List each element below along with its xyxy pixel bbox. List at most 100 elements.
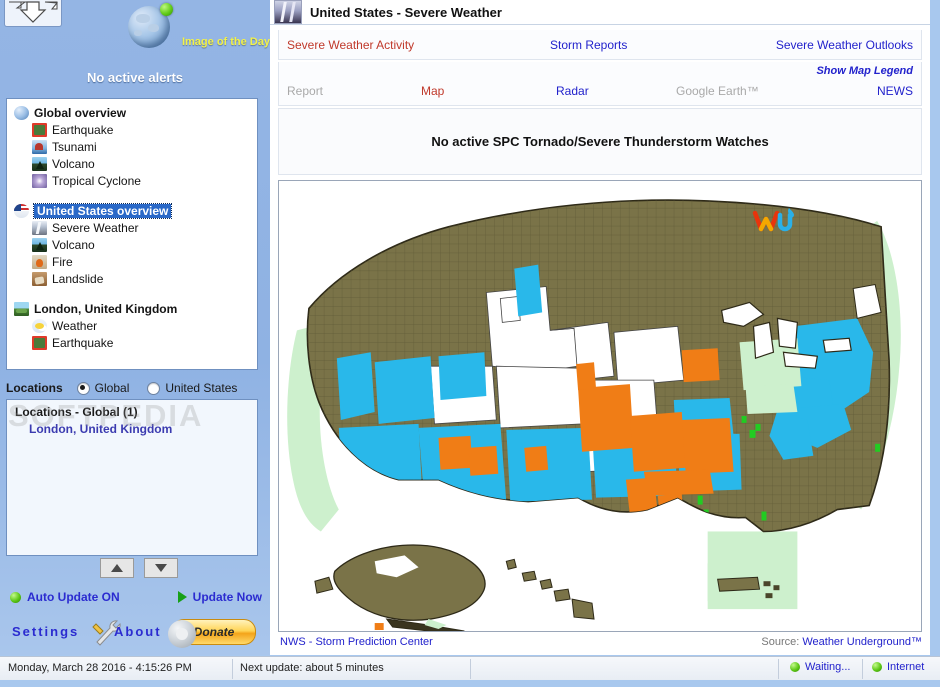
tree-item-label: Weather [52,318,98,333]
tab-google-earth[interactable]: Google Earth™ [676,84,759,98]
footer-actions: Settings About Donate [8,619,262,648]
status-separator [778,659,779,679]
severe-weather-map[interactable] [278,180,922,632]
nws-storm-prediction-center-link[interactable]: NWS - Storm Prediction Center [280,636,433,648]
tree-item-global-earthquake[interactable]: Earthquake [7,121,257,138]
show-map-legend-link[interactable]: Show Map Legend [816,65,913,77]
tab-news[interactable]: NEWS [877,84,913,98]
tree-item-us-landslide[interactable]: Landslide [7,270,257,287]
status-internet[interactable]: Internet [872,661,924,673]
tree-item-us-fire[interactable]: Fire [7,253,257,270]
radio-global[interactable]: Global [76,381,129,395]
earthquake-icon [32,122,47,137]
internet-label: Internet [887,661,925,673]
update-now-label: Update Now [192,590,262,604]
sidebar: Image of the Day No active alerts Global… [0,0,270,655]
update-now-button[interactable]: Update Now [177,590,262,604]
tree-item-label: Earthquake [52,335,114,350]
waiting-label: Waiting... [805,661,851,673]
tree-item-label: Tropical Cyclone [52,173,141,188]
tree-item-london-united-kingdom[interactable]: London, United Kingdom [7,300,257,317]
internet-status-icon [872,662,882,672]
tree-item-label: Severe Weather [52,220,139,235]
import-download-icon[interactable] [4,0,62,27]
landslide-icon [32,271,47,286]
tree-item-united-states-overview[interactable]: United States overview [7,202,257,219]
tree-item-label: United States overview [32,202,173,219]
watch-status-message: No active SPC Tornado/Severe Thunderstor… [431,134,769,149]
tree-item-global-tropical-cyclone[interactable]: Tropical Cyclone [7,172,257,189]
tree-item-global-tsunami[interactable]: Tsunami [7,138,257,155]
tree-item-label: London, United Kingdom [34,301,178,316]
weather-icon [32,318,47,333]
tab-radar[interactable]: Radar [556,84,589,98]
chevron-up-icon [111,564,123,572]
tree-item-label: Fire [52,254,73,269]
location-list-item[interactable]: London, United Kingdom [7,419,257,436]
tree-item-label: Landslide [52,271,104,286]
locations-label: Locations [6,381,63,395]
tree-item-label: Volcano [52,237,95,252]
image-of-the-day-label[interactable]: Image of the Day [160,36,270,48]
secondary-tab-row: Show Map Legend Report Map Radar Google … [278,62,922,106]
scroll-up-button[interactable] [100,558,134,578]
locations-scope-switch: Locations Global United States [6,378,258,398]
locations-list[interactable]: Locations - Global (1) London, United Ki… [6,399,258,556]
settings-button[interactable]: Settings [12,624,79,639]
tree-group-global: Global overview Earthquake Tsunami Volca… [7,104,257,189]
status-bar: Monday, March 28 2016 - 4:15:26 PM Next … [0,656,940,680]
status-separator [862,659,863,679]
about-ring-icon [168,620,196,648]
us-flag-icon [14,203,29,218]
tropical-cyclone-icon [32,173,47,188]
volcano-icon [32,156,47,171]
tab-storm-reports[interactable]: Storm Reports [550,38,627,52]
tree-item-london-weather[interactable]: Weather [7,317,257,334]
auto-update-toggle[interactable]: Auto Update ON [10,590,120,604]
status-separator [470,659,471,679]
watch-status-box: No active SPC Tornado/Severe Thunderstor… [278,108,922,175]
tree-item-us-volcano[interactable]: Volcano [7,236,257,253]
panel-title-bar: United States - Severe Weather [270,0,930,25]
city-icon [14,301,29,316]
radio-dot [76,381,90,395]
chevron-down-icon [155,564,167,572]
auto-update-status-icon [10,591,21,603]
weather-underground-logo [752,208,794,232]
tab-severe-weather-activity[interactable]: Severe Weather Activity [287,38,414,52]
radio-dot [147,381,161,395]
tab-map[interactable]: Map [421,84,444,98]
status-separator [232,659,233,679]
tree-item-global-volcano[interactable]: Volcano [7,155,257,172]
tsunami-icon [32,139,47,154]
tab-severe-weather-outlooks[interactable]: Severe Weather Outlooks [776,38,913,52]
status-waiting[interactable]: Waiting... [790,661,850,673]
main-panel: United States - Severe Weather Severe We… [270,0,930,655]
list-scroll-buttons [100,558,178,578]
hazard-tree-panel[interactable]: Global overview Earthquake Tsunami Volca… [6,98,258,370]
tree-item-label: Earthquake [52,122,114,137]
source-prefix: Source: [761,636,803,648]
scroll-down-button[interactable] [144,558,178,578]
tree-item-global-overview[interactable]: Global overview [7,104,257,121]
weather-underground-link[interactable]: Weather Underground™ [802,636,922,648]
tree-group-united-states: United States overview Severe Weather Vo… [7,202,257,287]
waiting-status-icon [790,662,800,672]
tab-report[interactable]: Report [287,84,323,98]
volcano-icon [32,237,47,252]
status-indicator-dot [160,3,173,16]
tree-item-us-severe-weather[interactable]: Severe Weather [7,219,257,236]
update-row: Auto Update ON Update Now [8,590,262,608]
radio-label: United States [165,381,238,395]
about-button[interactable]: About [114,624,162,639]
radio-united-states[interactable]: United States [147,381,237,395]
tree-item-label: Global overview [34,105,127,120]
severe-weather-icon [32,220,47,235]
map-source-row: NWS - Storm Prediction Center Source: We… [278,636,922,653]
status-datetime: Monday, March 28 2016 - 4:15:26 PM [8,662,192,674]
tree-item-london-earthquake[interactable]: Earthquake [7,334,257,351]
fire-icon [32,254,47,269]
us-warning-map-graphic [279,181,921,631]
auto-update-label: Auto Update ON [27,590,120,604]
puerto-rico-inset [707,563,782,602]
